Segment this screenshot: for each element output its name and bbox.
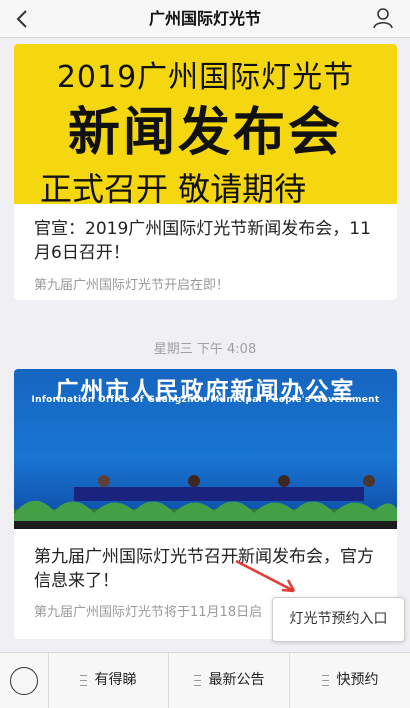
- bottom-menu-bar: 有得睇 最新公告 快预约: [0, 652, 410, 708]
- menu-lines-icon: [193, 674, 201, 686]
- banner-main-text: 新闻发布会: [67, 103, 343, 163]
- menu-item-label: 快预约: [336, 672, 379, 688]
- menu-item-label: 最新公告: [208, 672, 265, 688]
- menu-item-label: 有得睇: [94, 672, 137, 688]
- menu-item-latest-notice[interactable]: 最新公告: [169, 653, 290, 708]
- booking-entry-popup[interactable]: 灯光节预约入口: [272, 597, 405, 642]
- article-card-press-conference[interactable]: 2019广州国际灯光节 新闻发布会 正式召开 敬请期待 官宣：2019广州国际灯…: [14, 44, 397, 300]
- keyboard-icon: [10, 667, 38, 695]
- menu-lines-icon: [79, 674, 87, 686]
- banner-tagline: 正式召开 敬请期待: [40, 170, 307, 208]
- article-summary: 第九届广州国际灯光节将于11月18日启: [34, 605, 263, 620]
- menu-item-quick-booking[interactable]: 快预约: [290, 653, 410, 708]
- article-title[interactable]: 第九届广州国际灯光节召开新闻发布会，官方信息来了！: [34, 545, 379, 593]
- article-summary: 第九届广州国际灯光节开启在即！: [34, 278, 230, 293]
- article-title[interactable]: 官宣：2019广州国际灯光节新闻发布会，11月6日召开！: [34, 217, 379, 265]
- page-title: 广州国际灯光节: [148, 9, 261, 28]
- press-conference-scene: [14, 475, 397, 529]
- menu-lines-icon: [321, 674, 329, 686]
- keyboard-toggle-button[interactable]: [0, 653, 49, 708]
- top-nav-bar: 广州国际灯光节: [0, 0, 410, 38]
- message-timestamp: 星期三 下午 4:08: [153, 342, 257, 357]
- user-profile-icon[interactable]: [372, 7, 394, 29]
- banner-org-name-english: Information Office of Guangzhou Municipa…: [31, 395, 380, 405]
- article-banner-image: 2019广州国际灯光节 新闻发布会 正式召开 敬请期待: [14, 44, 397, 208]
- menu-item-youdeti[interactable]: 有得睇: [48, 653, 169, 708]
- article-banner-photo: 广州市人民政府新闻办公室 Information Office of Guang…: [14, 369, 397, 529]
